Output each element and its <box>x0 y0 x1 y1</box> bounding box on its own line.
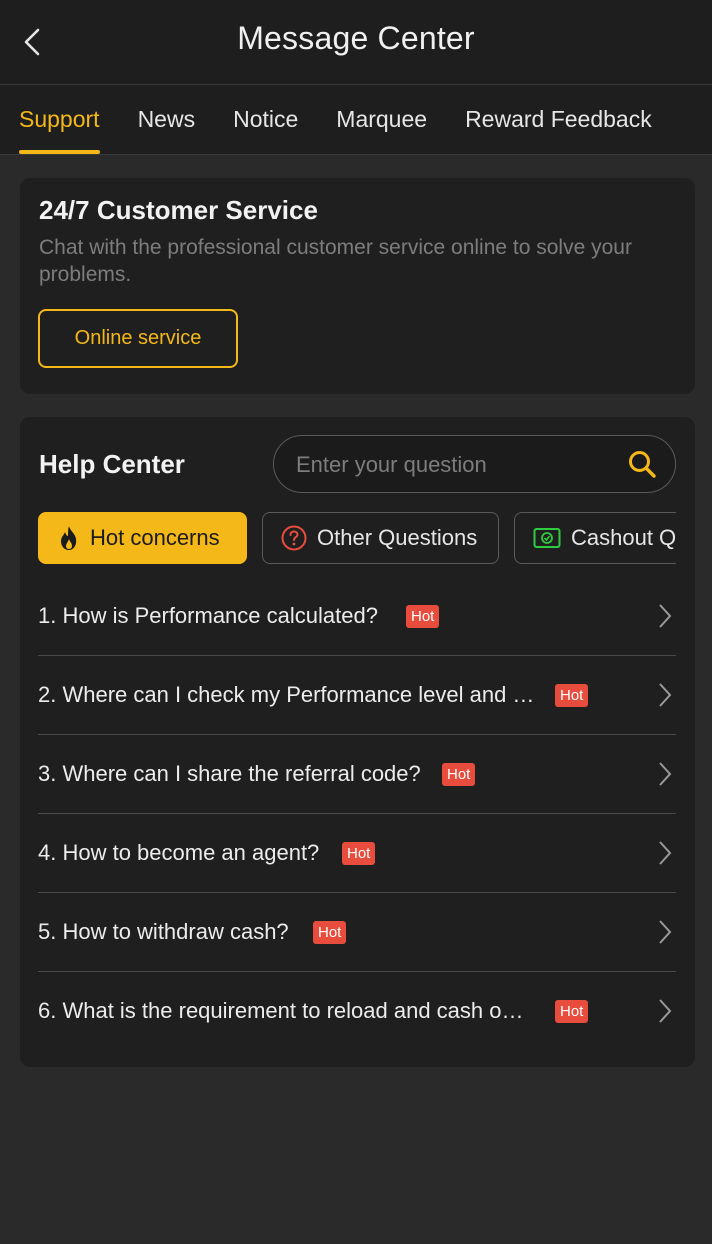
chevron-right-icon <box>659 604 672 628</box>
help-center-title: Help Center <box>39 449 185 479</box>
search-icon[interactable] <box>627 449 657 479</box>
hot-badge: Hot <box>555 684 589 707</box>
tab-marquee[interactable]: Marquee <box>317 85 446 154</box>
hot-badge: Hot <box>555 1000 589 1023</box>
question-text: 1. How is Performance calculated? <box>38 603 378 628</box>
question-text: 4. How to become an agent? <box>38 840 320 865</box>
fire-icon <box>58 525 80 551</box>
chevron-right-icon <box>659 999 672 1023</box>
question-text: 5. How to withdraw cash? <box>38 919 289 944</box>
tab-news[interactable]: News <box>119 85 215 154</box>
question-text: 3. Where can I share the referral code? <box>38 761 421 786</box>
tab-bar: Support News Notice Marquee Reward Feedb… <box>0 85 712 155</box>
question-list: 1. How is Performance calculated? Hot 2.… <box>38 577 676 1050</box>
category-chips: Hot concerns Other Questions Cashout Q <box>38 512 676 566</box>
hot-badge: Hot <box>313 921 347 944</box>
search-input[interactable] <box>294 436 618 494</box>
chip-hot-concerns-label: Hot concerns <box>90 525 220 550</box>
page-title: Message Center <box>237 20 475 56</box>
online-service-button[interactable]: Online service <box>38 309 238 368</box>
question-row[interactable]: 4. How to become an agent? Hot <box>38 814 676 893</box>
chevron-right-icon <box>659 683 672 707</box>
chip-cashout-questions[interactable]: Cashout Q <box>514 512 676 564</box>
header-bar: Message Center <box>0 0 712 85</box>
hot-badge: Hot <box>406 605 440 628</box>
tab-support[interactable]: Support <box>0 85 119 154</box>
chip-other-questions-label: Other Questions <box>317 525 478 550</box>
question-row[interactable]: 1. How is Performance calculated? Hot <box>38 577 676 656</box>
hot-badge: Hot <box>342 842 376 865</box>
customer-service-card: 24/7 Customer Service Chat with the prof… <box>20 178 695 394</box>
tab-reward-feedback[interactable]: Reward Feedback <box>446 85 671 154</box>
cash-icon <box>533 527 561 549</box>
question-text: 6. What is the requirement to reload and… <box>38 998 524 1023</box>
search-box <box>273 435 676 494</box>
chevron-right-icon <box>659 920 672 944</box>
chip-hot-concerns[interactable]: Hot concerns <box>38 512 247 564</box>
tab-notice[interactable]: Notice <box>214 85 317 154</box>
chip-cashout-label: Cashout Q <box>571 525 676 550</box>
hot-badge: Hot <box>442 763 476 786</box>
chevron-right-icon <box>659 841 672 865</box>
question-row[interactable]: 2. Where can I check my Performance leve… <box>38 656 676 735</box>
question-circle-icon <box>281 525 307 551</box>
question-text: 2. Where can I check my Performance leve… <box>38 682 535 707</box>
question-row[interactable]: 3. Where can I share the referral code? … <box>38 735 676 814</box>
customer-service-description: Chat with the professional customer serv… <box>39 236 632 286</box>
question-row[interactable]: 5. How to withdraw cash? Hot <box>38 893 676 972</box>
chip-other-questions[interactable]: Other Questions <box>262 512 499 564</box>
question-row[interactable]: 6. What is the requirement to reload and… <box>38 972 676 1050</box>
customer-service-title: 24/7 Customer Service <box>39 195 318 225</box>
help-center-card: Help Center Hot concerns <box>20 417 695 1067</box>
chevron-right-icon <box>659 762 672 786</box>
